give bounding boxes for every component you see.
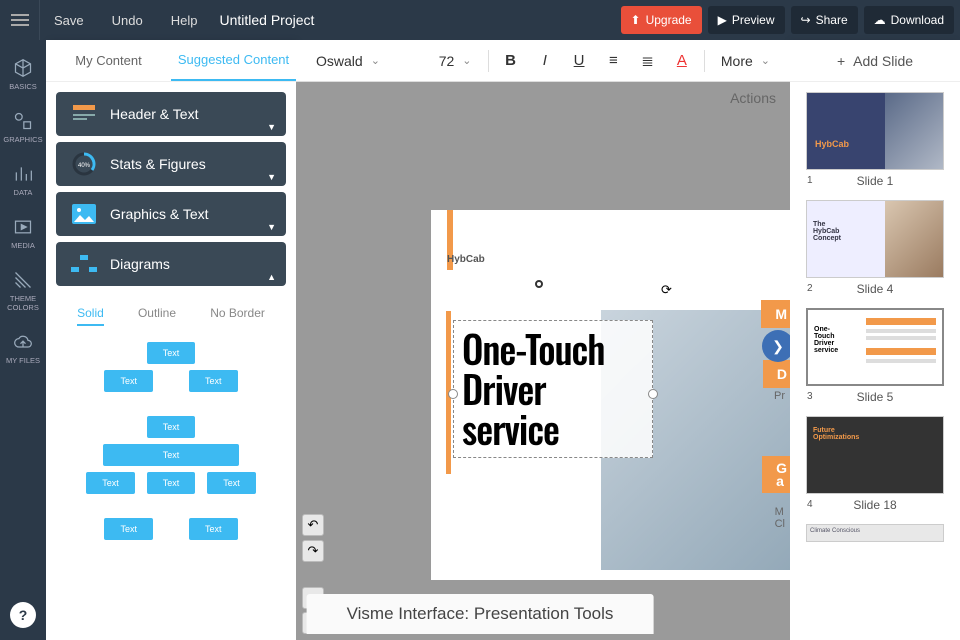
italic-button[interactable]: I xyxy=(533,48,557,74)
diagram-templates: Text TextText Text Text TextTextText Tex… xyxy=(46,332,296,550)
add-slide-button[interactable]: +Add Slide xyxy=(790,40,960,82)
caption-label: Visme Interface: Presentation Tools xyxy=(307,594,654,634)
upload-icon: ⬆ xyxy=(631,13,641,27)
share-button[interactable]: ↪Share xyxy=(791,6,858,34)
thumb-slide-1[interactable]: HybCab 1 Slide 1 xyxy=(806,92,944,188)
redo-button[interactable]: ↷ xyxy=(302,540,324,562)
diagram-template-1[interactable]: Text TextText xyxy=(66,342,276,392)
style-noborder[interactable]: No Border xyxy=(210,306,265,326)
rail-graphics[interactable]: GRAPHICS xyxy=(0,101,46,154)
underline-button[interactable]: U xyxy=(567,48,591,74)
shapes-icon xyxy=(13,111,33,131)
brand-text: HybCab xyxy=(447,254,485,265)
donut-icon: 40% xyxy=(68,151,100,177)
project-title[interactable]: Untitled Project xyxy=(219,12,314,28)
chevron-up-icon: ▲ xyxy=(267,272,276,282)
rail-basics[interactable]: BASICS xyxy=(0,48,46,101)
thumb-slide-18[interactable]: Future Optimizations 4 Slide 18 xyxy=(806,416,944,512)
style-tabs: Solid Outline No Border xyxy=(46,296,296,332)
meta-text: MCl xyxy=(775,506,785,530)
rail-media[interactable]: MEDIA xyxy=(0,207,46,260)
menu-help[interactable]: Help xyxy=(157,13,212,28)
upgrade-button[interactable]: ⬆Upgrade xyxy=(621,6,702,34)
block-diagrams[interactable]: Diagrams▲ xyxy=(56,242,286,286)
siderail: BASICS GRAPHICS DATA MEDIA THEME COLORS … xyxy=(0,40,46,640)
diagram-template-3[interactable]: TextText xyxy=(66,518,276,540)
tab-my-content[interactable]: My Content xyxy=(46,40,171,81)
plus-icon: + xyxy=(837,53,845,69)
block-graphics-text[interactable]: Graphics & Text▼ xyxy=(56,192,286,236)
next-slide-button[interactable]: ❯ xyxy=(762,330,790,362)
diagram-icon xyxy=(68,255,100,273)
top-menu: Save Undo Help xyxy=(40,13,211,28)
cloud-icon: ☁ xyxy=(874,13,886,27)
side-label: D xyxy=(763,360,790,388)
slides-panel: +Add Slide HybCab 1 Slide 1 The HybCab C… xyxy=(790,40,960,640)
chevron-down-icon: ▼ xyxy=(267,122,276,132)
actions-link[interactable]: Actions xyxy=(730,90,776,106)
share-icon: ↪ xyxy=(801,13,811,27)
text-toolbar: Oswald 72 B I U ≡ ≣ A More xyxy=(296,40,790,82)
topbar: Save Undo Help Untitled Project ⬆Upgrade… xyxy=(0,0,960,40)
canvas[interactable]: Oswald 72 B I U ≡ ≣ A More Actions HybCa… xyxy=(296,40,790,640)
tab-suggested-content[interactable]: Suggested Content xyxy=(171,40,296,81)
style-outline[interactable]: Outline xyxy=(138,306,176,326)
hamburger-menu[interactable] xyxy=(0,0,40,40)
cloud-up-icon xyxy=(13,332,33,352)
cube-icon xyxy=(13,58,33,78)
preview-button[interactable]: ▶Preview xyxy=(708,6,785,34)
header-icon xyxy=(68,105,100,123)
svg-text:40%: 40% xyxy=(78,163,91,169)
help-button[interactable]: ? xyxy=(10,602,36,628)
thumb-slide-4[interactable]: The HybCab Concept 2 Slide 4 xyxy=(806,200,944,296)
rotate-handle-icon[interactable]: ⟳ xyxy=(661,282,672,298)
block-header-text[interactable]: Header & Text▼ xyxy=(56,92,286,136)
chevron-down-icon: ▼ xyxy=(267,172,276,182)
menu-undo[interactable]: Undo xyxy=(98,13,157,28)
download-button[interactable]: ☁Download xyxy=(864,6,954,34)
rail-myfiles[interactable]: MY FILES xyxy=(0,322,46,375)
text-color-button[interactable]: A xyxy=(670,48,694,74)
media-icon xyxy=(13,217,33,237)
meta-text: Pr xyxy=(774,390,785,402)
text-frame[interactable]: One-Touch Driver service xyxy=(453,320,653,458)
font-dropdown[interactable]: Oswald xyxy=(310,49,423,73)
menu-save[interactable]: Save xyxy=(40,13,98,28)
fontsize-dropdown[interactable]: 72 xyxy=(433,49,478,73)
side-label: Ga xyxy=(762,456,790,493)
image-icon xyxy=(68,204,100,224)
chevron-down-icon: ▼ xyxy=(267,222,276,232)
block-stats-figures[interactable]: 40%Stats & Figures▼ xyxy=(56,142,286,186)
play-icon: ▶ xyxy=(718,13,727,27)
content-panel: My Content Suggested Content Header & Te… xyxy=(46,40,296,640)
slide-heading[interactable]: One-Touch Driver service xyxy=(462,329,644,449)
style-solid[interactable]: Solid xyxy=(77,306,104,326)
side-label: M xyxy=(761,300,790,328)
rail-data[interactable]: DATA xyxy=(0,154,46,207)
rail-theme[interactable]: THEME COLORS xyxy=(0,260,46,322)
thumb-slide-next[interactable]: Climate Conscious xyxy=(806,524,944,542)
thumb-slide-5[interactable]: One-Touch Driver service 3 Slide 5 xyxy=(806,308,944,404)
align-button[interactable]: ≡ xyxy=(601,48,625,74)
slide-canvas[interactable]: HybCab ⟳ M P D Pr Ga MCl One-Touch Drive… xyxy=(431,210,790,580)
dot-marker xyxy=(535,280,543,288)
diagram-template-2[interactable]: Text Text TextTextText xyxy=(66,416,276,494)
bold-button[interactable]: B xyxy=(498,48,522,74)
undo-button[interactable]: ↶ xyxy=(302,514,324,536)
list-button[interactable]: ≣ xyxy=(635,48,659,74)
swatch-icon xyxy=(13,270,33,290)
chart-icon xyxy=(13,164,33,184)
more-dropdown[interactable]: More xyxy=(715,49,776,73)
